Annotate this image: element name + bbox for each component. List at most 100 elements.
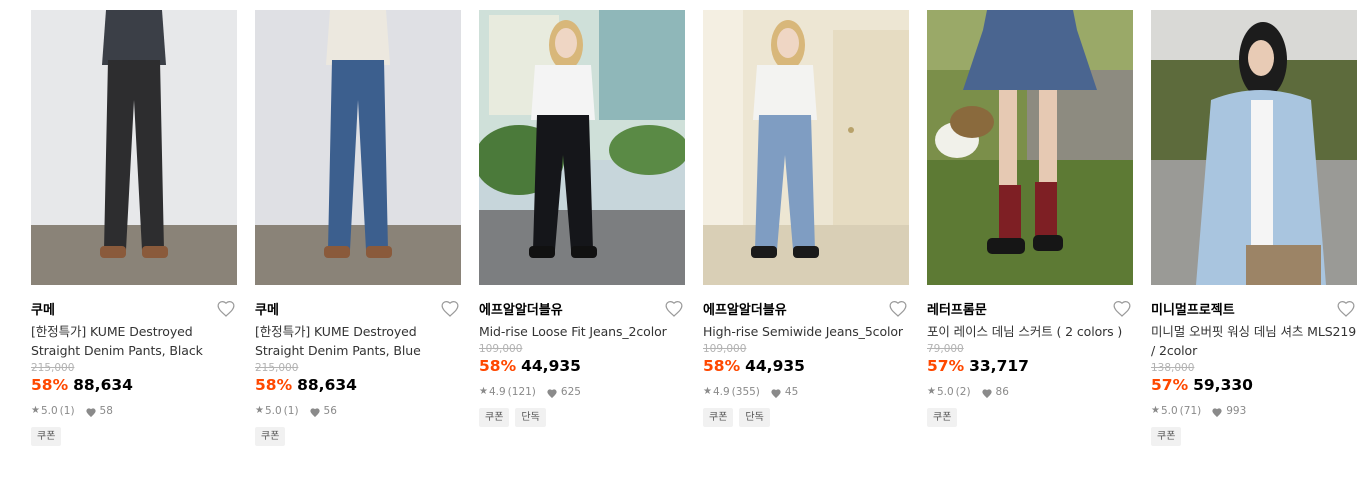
tag-list: 쿠폰 — [255, 427, 461, 446]
rating-value: 5.0 — [936, 386, 954, 398]
discount-rate: 57% — [927, 357, 965, 375]
wishlist-heart-icon[interactable] — [217, 300, 235, 317]
coupon-tag: 쿠폰 — [31, 427, 62, 446]
discount-rate: 57% — [1151, 376, 1189, 394]
price-row: 58% 88,634 — [255, 375, 461, 395]
review-meta: ★ 5.0 (71) 993 — [1151, 404, 1357, 418]
coupon-tag: 쿠폰 — [479, 408, 510, 427]
product-grid: 쿠메 [한정특가] KUME Destroyed Straight Denim P… — [0, 0, 1365, 485]
likes-heart-icon — [85, 407, 96, 417]
likes-heart-icon — [547, 388, 557, 398]
exclusive-tag: 단독 — [739, 408, 770, 427]
product-title[interactable]: High-rise Semiwide Jeans_5color — [703, 322, 909, 341]
product-image[interactable] — [31, 10, 237, 285]
discount-rate: 58% — [703, 357, 741, 375]
brand-row: 에프알알더블유 — [703, 299, 909, 319]
original-price: 138,000 — [1151, 362, 1195, 374]
product-title[interactable]: [한정특가] KUME Destroyed Straight Denim Pan… — [255, 322, 461, 360]
product-card[interactable]: 레터프롬문 포이 레이스 데님 스커트 ( 2 colors ) 79,000 57%… — [927, 10, 1133, 427]
product-title[interactable]: Mid-rise Loose Fit Jeans_2color — [479, 322, 685, 341]
likes-heart-icon — [771, 388, 781, 398]
coupon-tag: 쿠폰 — [927, 408, 958, 427]
product-image[interactable] — [703, 10, 909, 285]
rating-value: 5.0 — [264, 405, 282, 417]
product-card[interactable]: 에프알알더블유 Mid-rise Loose Fit Jeans_2color 10… — [479, 10, 685, 427]
brand-row: 미니멀프로젝트 — [1151, 299, 1357, 319]
review-count: (1) — [283, 405, 299, 417]
like-count: 625 — [560, 386, 581, 398]
price-row: 58% 88,634 — [31, 375, 237, 395]
rating-value: 5.0 — [40, 405, 58, 417]
likes-heart-icon — [981, 388, 992, 398]
wishlist-heart-icon[interactable] — [665, 300, 683, 317]
discount-rate: 58% — [255, 376, 293, 394]
star-icon: ★ — [927, 386, 936, 397]
star-icon: ★ — [31, 405, 40, 416]
review-meta: ★ 5.0 (1) 58 — [31, 404, 237, 418]
review-meta: ★ 5.0 (1) 56 — [255, 404, 461, 418]
coupon-tag: 쿠폰 — [255, 427, 286, 446]
original-price: 109,000 — [479, 343, 523, 355]
brand-name[interactable]: 미니멀프로젝트 — [1151, 303, 1235, 318]
brand-name[interactable]: 레터프롬문 — [927, 303, 987, 318]
exclusive-tag: 단독 — [515, 408, 546, 427]
like-count: 993 — [1226, 405, 1247, 417]
price-row: 58% 44,935 — [479, 356, 685, 376]
product-image[interactable] — [1151, 10, 1357, 285]
review-count: (121) — [507, 386, 536, 398]
likes-heart-icon — [309, 407, 320, 417]
price-row: 57% 59,330 — [1151, 375, 1357, 395]
review-count: (1) — [59, 405, 75, 417]
review-count: (71) — [1179, 405, 1202, 417]
price-row: 58% 44,935 — [703, 356, 909, 376]
discount-rate: 58% — [31, 376, 69, 394]
brand-row: 레터프롬문 — [927, 299, 1133, 319]
brand-row: 에프알알더블유 — [479, 299, 685, 319]
like-count: 86 — [995, 386, 1009, 398]
brand-name[interactable]: 쿠메 — [255, 303, 279, 318]
sale-price: 88,634 — [297, 376, 357, 394]
wishlist-heart-icon[interactable] — [889, 300, 907, 317]
sale-price: 88,634 — [73, 376, 133, 394]
like-count: 56 — [323, 405, 337, 417]
original-price: 215,000 — [31, 362, 75, 374]
product-image[interactable] — [927, 10, 1133, 285]
like-count: 58 — [99, 405, 113, 417]
tag-list: 쿠폰 — [1151, 427, 1357, 446]
brand-name[interactable]: 에프알알더블유 — [703, 303, 787, 318]
product-card[interactable]: 쿠메 [한정특가] KUME Destroyed Straight Denim P… — [255, 10, 461, 446]
wishlist-heart-icon[interactable] — [1113, 300, 1131, 317]
product-card[interactable]: 에프알알더블유 High-rise Semiwide Jeans_5color 10… — [703, 10, 909, 427]
likes-heart-icon — [1212, 407, 1222, 417]
tag-list: 쿠폰 단독 — [703, 408, 909, 427]
brand-name[interactable]: 에프알알더블유 — [479, 303, 563, 318]
discount-rate: 58% — [479, 357, 517, 375]
star-icon: ★ — [255, 405, 264, 416]
sale-price: 44,935 — [521, 357, 581, 375]
star-icon: ★ — [703, 386, 712, 397]
wishlist-heart-icon[interactable] — [1337, 300, 1355, 317]
tag-list: 쿠폰 단독 — [479, 408, 685, 427]
sale-price: 44,935 — [745, 357, 805, 375]
coupon-tag: 쿠폰 — [1151, 427, 1182, 446]
sale-price: 59,330 — [1193, 376, 1253, 394]
brand-row: 쿠메 — [31, 299, 237, 319]
sale-price: 33,717 — [969, 357, 1029, 375]
star-icon: ★ — [1151, 405, 1160, 416]
product-title[interactable]: 포이 레이스 데님 스커트 ( 2 colors ) — [927, 322, 1133, 341]
brand-name[interactable]: 쿠메 — [31, 303, 55, 318]
product-title[interactable]: 미니멀 오버핏 워싱 데님 셔츠 MLS219 / 2color — [1151, 322, 1357, 360]
rating-value: 4.9 — [712, 386, 730, 398]
product-title[interactable]: [한정특가] KUME Destroyed Straight Denim Pan… — [31, 322, 237, 360]
product-card[interactable]: 미니멀프로젝트미니멀 오버핏 워싱 데님 셔츠 MLS219 / 2color 1… — [1151, 10, 1357, 446]
original-price: 79,000 — [927, 343, 964, 355]
product-image[interactable] — [479, 10, 685, 285]
tag-list: 쿠폰 — [31, 427, 237, 446]
product-image[interactable] — [255, 10, 461, 285]
original-price: 215,000 — [255, 362, 299, 374]
price-row: 57% 33,717 — [927, 356, 1133, 376]
wishlist-heart-icon[interactable] — [441, 300, 459, 317]
product-card[interactable]: 쿠메 [한정특가] KUME Destroyed Straight Denim P… — [31, 10, 237, 446]
like-count: 45 — [784, 386, 799, 398]
review-count: (355) — [731, 386, 760, 398]
